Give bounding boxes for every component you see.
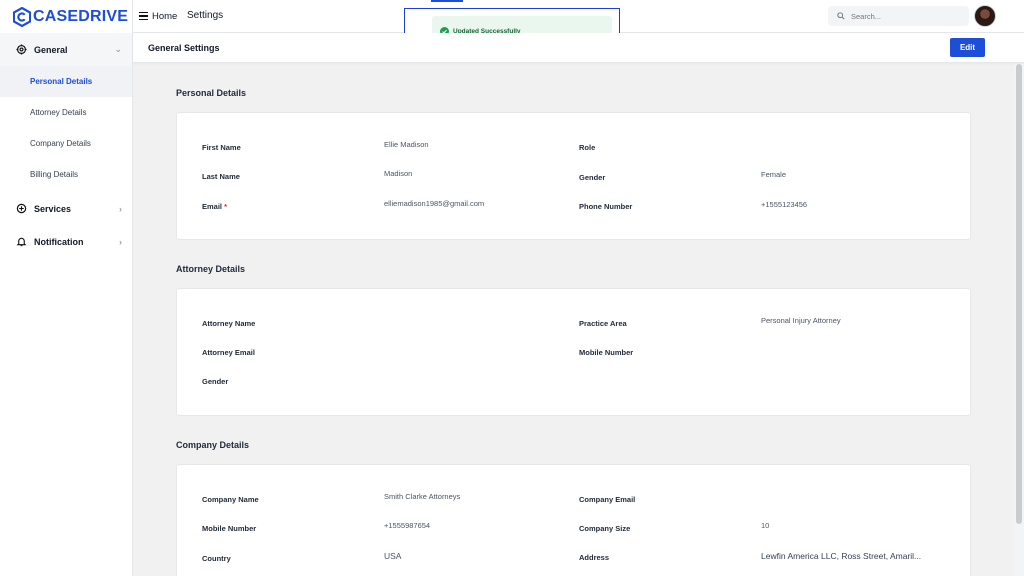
company-details-title: Company Details [176,440,250,450]
sub-header: General Settings Edit [133,33,1024,63]
company-name-label: Company Name [202,495,259,504]
company-size-label: Company Size [579,524,631,533]
main-content: Personal Details First Name Ellie Madiso… [133,64,1014,576]
brand-logo[interactable]: CASEDRIVE [0,0,132,33]
company-mobile-label: Mobile Number [202,524,257,533]
country-label: Country [202,554,231,563]
first-name-value: Ellie Madison [384,140,429,149]
phone-value: +1555123456 [761,200,808,209]
scrollbar-thumb[interactable] [1016,64,1022,524]
edit-button[interactable]: Edit [950,38,985,57]
services-icon [16,203,28,215]
gender-value: Female [761,170,787,179]
sidebar-group-general[interactable]: General ⌄ [0,33,132,66]
email-value: elliemadison1985@gmail.com [384,199,485,208]
sidebar-group-services[interactable]: Services › [0,192,132,225]
sidebar-group-notification[interactable]: Notification › [0,225,132,258]
first-name-label: First Name [202,143,241,152]
sidebar-group-label: Services [34,203,72,214]
search-icon [837,12,845,20]
last-name-label: Last Name [202,172,240,181]
last-name-value: Madison [384,169,413,178]
practice-area-value: Personal Injury Attorney [761,316,841,325]
menu-icon[interactable] [139,12,148,20]
chevron-down-icon: ⌄ [114,44,122,54]
mobile-number-label: Mobile Number [579,348,634,357]
section-heading: General Settings [148,43,220,53]
practice-area-label: Practice Area [579,319,627,328]
avatar[interactable] [974,5,996,27]
email-label: Email * [202,202,228,211]
attorney-details-title: Attorney Details [176,264,246,274]
company-name-value: Smith Clarke Attorneys [384,492,461,501]
company-email-label: Company Email [579,495,636,504]
attorney-email-label: Attorney Email [202,348,255,357]
sidebar-item-attorney-details[interactable]: Attorney Details [0,97,132,128]
required-marker: * [224,202,228,211]
sidebar-group-label: General [34,44,68,55]
attorney-name-label: Attorney Name [202,319,256,328]
phone-label: Phone Number [579,202,633,211]
address-label: Address [579,553,610,562]
sidebar-item-personal-details[interactable]: Personal Details [0,66,132,97]
company-mobile-value: +1555987654 [384,521,431,530]
company-size-value: 10 [761,521,770,530]
address-value: Lewfin America LLC, Ross Street, Amaril.… [761,551,922,561]
personal-details-card: First Name Ellie Madison Role Last Name … [176,112,971,240]
country-value: USA [384,551,402,561]
sidebar: CASEDRIVE General ⌄ Personal Details Att… [0,0,133,576]
chevron-right-icon: › [119,236,122,247]
search-box[interactable] [828,6,969,26]
role-label: Role [579,143,596,152]
sidebar-item-billing-details[interactable]: Billing Details [0,159,132,190]
breadcrumb-home[interactable]: Home [152,11,177,22]
sidebar-group-label: Notification [34,236,84,247]
personal-details-title: Personal Details [176,88,247,98]
gender-label: Gender [579,173,606,182]
brand-name: CASEDRIVE [33,7,129,25]
casedrive-logo-icon [13,6,31,27]
gear-icon [16,43,28,56]
attorney-details-card: Attorney Name Practice Area Personal Inj… [176,288,971,416]
company-details-card: Company Name Smith Clarke Attorneys Comp… [176,464,971,576]
page-title: Settings [187,10,224,21]
sidebar-item-company-details[interactable]: Company Details [0,128,132,159]
chevron-right-icon: › [119,203,122,214]
attorney-gender-label: Gender [202,377,229,386]
bell-icon [16,236,28,248]
search-input[interactable] [851,11,961,21]
active-indicator [431,0,463,2]
